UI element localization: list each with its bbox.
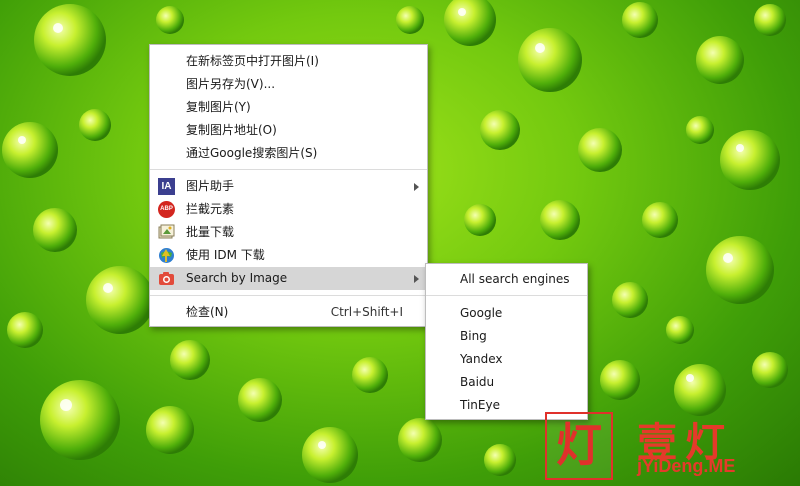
menu-item-shortcut: Ctrl+Shift+I [330, 305, 403, 319]
menu-item-copy-image[interactable]: 复制图片(Y) [150, 96, 427, 119]
menu-item-label: Search by Image [186, 271, 288, 285]
submenu-arrow-icon [414, 275, 419, 283]
menu-item-batch-download[interactable]: 批量下载 [150, 221, 427, 244]
watermark-domain: jYiDeng.ME [637, 456, 736, 476]
watermark-logo-box: 灯 [545, 412, 613, 480]
camera-icon [158, 270, 175, 287]
submenu-item-all-search-engines[interactable]: All search engines [426, 268, 587, 291]
menu-item-idm-download[interactable]: 使用 IDM 下载 [150, 244, 427, 267]
menu-item-image-assistant[interactable]: IA 图片助手 [150, 175, 427, 198]
menu-item-search-by-image[interactable]: Search by Image [150, 267, 427, 290]
submenu-item-label: Bing [460, 329, 487, 343]
menu-item-label: 在新标签页中打开图片(I) [186, 54, 319, 68]
menu-item-label: 检查(N) [186, 305, 229, 319]
submenu-item-label: Baidu [460, 375, 495, 389]
abp-icon: ABP [158, 201, 175, 218]
submenu-item-baidu[interactable]: Baidu [426, 371, 587, 394]
submenu-item-label: Google [460, 306, 503, 320]
submenu-item-label: TinEye [460, 398, 500, 412]
menu-item-label: 图片另存为(V)... [186, 77, 276, 91]
submenu-arrow-icon [414, 183, 419, 191]
menu-item-search-google-image[interactable]: 通过Google搜索图片(S) [150, 142, 427, 165]
menu-separator [426, 295, 587, 296]
menu-item-label: 批量下载 [186, 225, 235, 239]
submenu-item-yandex[interactable]: Yandex [426, 348, 587, 371]
menu-item-block-element[interactable]: ABP 拦截元素 [150, 198, 427, 221]
menu-item-copy-image-address[interactable]: 复制图片地址(O) [150, 119, 427, 142]
menu-item-open-image-new-tab[interactable]: 在新标签页中打开图片(I) [150, 50, 427, 73]
menu-item-label: 复制图片(Y) [186, 100, 251, 114]
menu-item-label: 拦截元素 [186, 202, 235, 216]
ia-icon: IA [158, 178, 175, 195]
menu-item-save-image-as[interactable]: 图片另存为(V)... [150, 73, 427, 96]
menu-item-label: 复制图片地址(O) [186, 123, 277, 137]
image-batch-icon [158, 224, 175, 241]
submenu-item-bing[interactable]: Bing [426, 325, 587, 348]
image-context-menu: 在新标签页中打开图片(I) 图片另存为(V)... 复制图片(Y) 复制图片地址… [149, 44, 428, 327]
search-by-image-submenu: All search engines Google Bing Yandex Ba… [425, 263, 588, 420]
menu-item-label: 图片助手 [186, 179, 235, 193]
submenu-item-google[interactable]: Google [426, 302, 587, 325]
menu-item-inspect[interactable]: 检查(N) Ctrl+Shift+I [150, 301, 427, 324]
submenu-item-label: Yandex [460, 352, 503, 366]
site-watermark: 灯 壹灯 jYiDeng.ME [545, 412, 785, 480]
menu-item-label: 通过Google搜索图片(S) [186, 146, 318, 160]
menu-separator [150, 169, 427, 170]
menu-item-label: 使用 IDM 下载 [186, 248, 265, 262]
idm-globe-icon [158, 247, 175, 264]
menu-separator [150, 295, 427, 296]
submenu-item-label: All search engines [460, 272, 570, 286]
